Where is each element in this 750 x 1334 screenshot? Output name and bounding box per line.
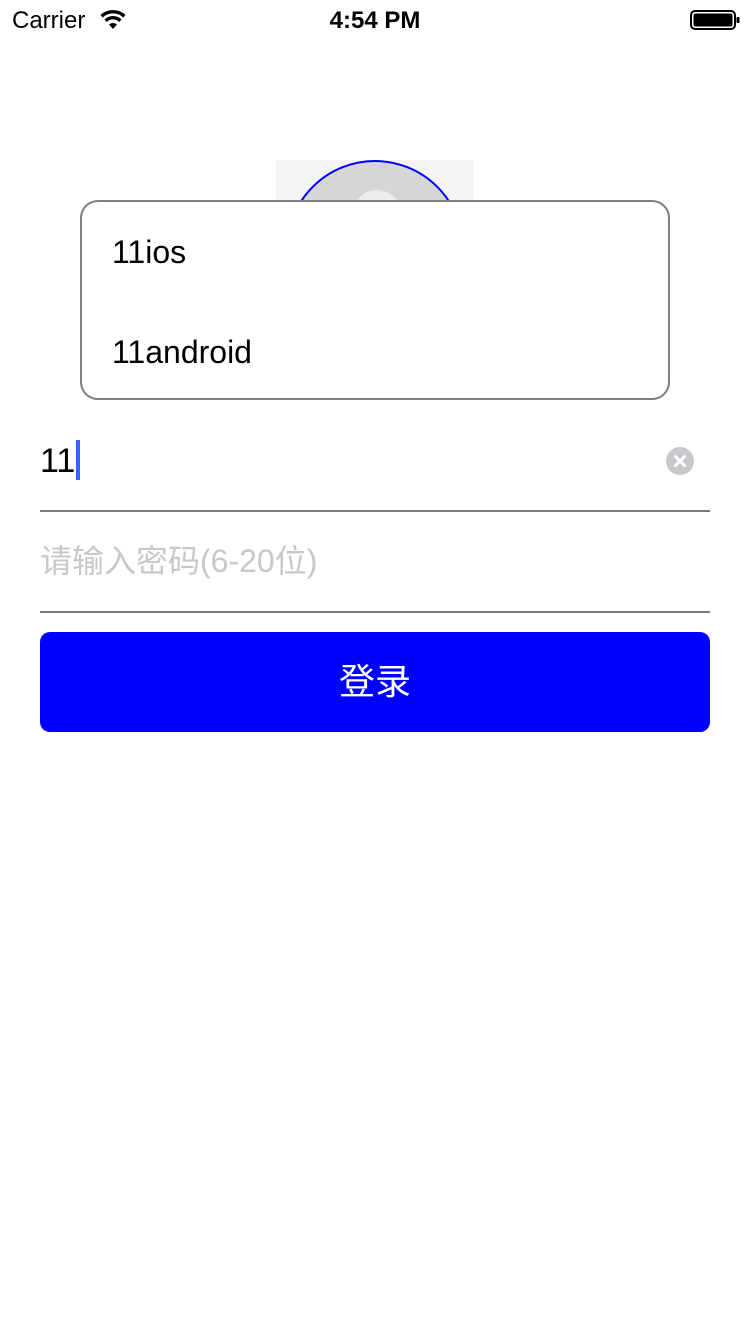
suggestion-item[interactable]: 11android xyxy=(112,322,632,382)
battery-icon xyxy=(690,10,740,30)
login-button[interactable]: 登录 xyxy=(40,632,710,732)
account-input[interactable]: 11 xyxy=(40,420,710,510)
suggestion-item[interactable]: 11ios xyxy=(112,222,632,282)
account-divider xyxy=(40,510,710,512)
password-placeholder: 请输入密码(6-20位) xyxy=(40,543,318,579)
status-bar: Carrier 4:54 PM xyxy=(0,0,750,40)
password-divider xyxy=(40,611,710,613)
account-input-text: 11 xyxy=(40,442,76,480)
account-suggestion-dropdown: 11ios 11android xyxy=(80,200,670,400)
account-input-value: 11 xyxy=(40,440,81,482)
clock-time: 4:54 PM xyxy=(329,7,421,34)
text-caret xyxy=(76,440,81,480)
clear-icon[interactable] xyxy=(666,447,694,475)
password-input[interactable]: 请输入密码(6-20位) xyxy=(40,520,710,608)
